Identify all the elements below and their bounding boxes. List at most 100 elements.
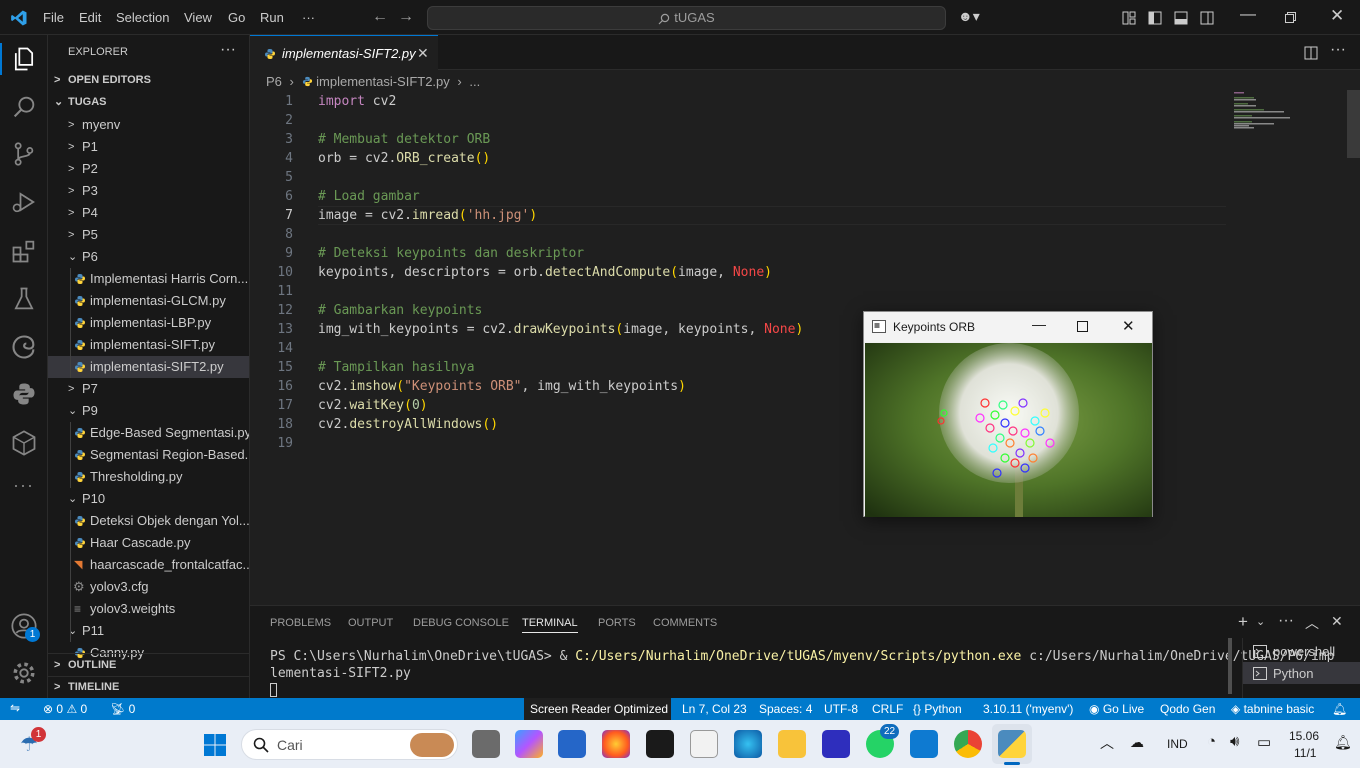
- tree-file[interactable]: ◥ haarcascade_frontalcatfac...: [48, 554, 249, 576]
- tree-file[interactable]: implementasi-SIFT.py: [48, 334, 249, 356]
- tree-folder[interactable]: > P3: [48, 180, 249, 202]
- menu-view[interactable]: View: [184, 10, 212, 25]
- volume-icon[interactable]: 🔊︎: [1230, 733, 1239, 750]
- open-editors-section[interactable]: > OPEN EDITORS: [48, 69, 249, 91]
- minimap[interactable]: [1232, 92, 1302, 132]
- breadcrumb-folder[interactable]: P6: [266, 74, 282, 89]
- extensions-icon[interactable]: [10, 237, 38, 265]
- tree-file[interactable]: implementasi-SIFT2.py: [48, 356, 249, 378]
- run-debug-icon[interactable]: [10, 188, 38, 216]
- tab-comments[interactable]: COMMENTS: [653, 617, 717, 629]
- network-tray-icon[interactable]: ☁: [1130, 734, 1144, 751]
- tree-folder[interactable]: > P4: [48, 202, 249, 224]
- explorer-icon[interactable]: [10, 45, 38, 73]
- tree-file[interactable]: Implementasi Harris Corn...: [48, 268, 249, 290]
- minimize-icon[interactable]: —: [1032, 316, 1046, 332]
- editor-more-icon[interactable]: ···: [1330, 41, 1346, 59]
- menu-run[interactable]: Run: [260, 10, 284, 25]
- tree-folder[interactable]: > P7: [48, 378, 249, 400]
- more-views-icon[interactable]: ···: [13, 475, 34, 496]
- tree-file[interactable]: Segmentasi Region-Based...: [48, 444, 249, 466]
- file-explorer-icon[interactable]: [778, 730, 806, 758]
- toggle-secondary-sidebar-icon[interactable]: [1200, 11, 1214, 25]
- close-window-icon[interactable]: ✕: [1330, 6, 1344, 26]
- notification-bell-icon[interactable]: 🔔︎: [1334, 734, 1352, 751]
- edge-devtools-icon[interactable]: [10, 333, 38, 361]
- tree-file[interactable]: ≡ yolov3.weights: [48, 598, 249, 620]
- tab-terminal[interactable]: TERMINAL: [522, 617, 578, 633]
- terminal-item-powershell[interactable]: powershell: [1243, 640, 1360, 662]
- go-live[interactable]: ◉ Go Live: [1089, 702, 1144, 716]
- battery-icon[interactable]: ▭: [1257, 733, 1271, 751]
- tab-debug-console[interactable]: DEBUG CONSOLE: [413, 617, 509, 629]
- terminal-item-python[interactable]: Python: [1243, 662, 1360, 684]
- close-tab-icon[interactable]: ✕: [417, 45, 429, 62]
- show-hidden-icons-icon[interactable]: ︿: [1100, 733, 1114, 753]
- source-control-icon[interactable]: [10, 140, 38, 168]
- ports-status[interactable]: 📡︎ 0: [110, 702, 135, 716]
- menu-edit[interactable]: Edit: [79, 10, 101, 25]
- tree-file[interactable]: Deteksi Objek dengan Yol...: [48, 510, 249, 532]
- python-interpreter[interactable]: 3.10.11 ('myenv'): [983, 702, 1073, 716]
- copilot-icon[interactable]: ☻▾: [958, 8, 980, 25]
- tab-implementasi-sift2[interactable]: implementasi-SIFT2.py ✕: [250, 35, 438, 70]
- minimize-icon[interactable]: —: [1240, 6, 1256, 24]
- python-taskbar-active[interactable]: [992, 724, 1032, 765]
- forward-arrow-icon[interactable]: →: [398, 8, 414, 26]
- testing-icon[interactable]: [10, 285, 38, 313]
- edge-icon[interactable]: [734, 730, 762, 758]
- new-terminal-icon[interactable]: +: [1238, 612, 1248, 632]
- menu-more[interactable]: ···: [302, 10, 315, 25]
- menu-go[interactable]: Go: [228, 10, 245, 25]
- app-icon[interactable]: [822, 730, 850, 758]
- chrome-icon[interactable]: [954, 730, 982, 758]
- terminal-scrollbar[interactable]: [1228, 638, 1232, 694]
- line-ending[interactable]: CRLF: [872, 702, 903, 716]
- tab-problems[interactable]: PROBLEMS: [270, 617, 331, 629]
- breadcrumb-file[interactable]: implementasi-SIFT2.py: [316, 74, 450, 89]
- toggle-panel-icon[interactable]: [1174, 11, 1188, 25]
- close-icon[interactable]: ✕: [1122, 317, 1135, 335]
- encoding[interactable]: UTF-8: [824, 702, 858, 716]
- tree-file[interactable]: Edge-Based Segmentasi.py: [48, 422, 249, 444]
- remote-indicator[interactable]: ⇋: [0, 698, 34, 720]
- whatsapp-icon[interactable]: 22: [866, 724, 899, 758]
- tab-output[interactable]: OUTPUT: [348, 617, 393, 629]
- code-editor[interactable]: P6 › implementasi-SIFT2.py › ... 1 2 3 4…: [250, 70, 1360, 605]
- copilot-app-icon[interactable]: [515, 730, 543, 758]
- search-view-icon[interactable]: [10, 93, 38, 121]
- tree-folder[interactable]: ⌄ P6: [48, 246, 249, 268]
- language-mode[interactable]: {} Python: [913, 702, 962, 716]
- customize-layout-icon[interactable]: [1122, 11, 1136, 25]
- tree-folder[interactable]: ⌄ P9: [48, 400, 249, 422]
- weather-widget[interactable]: ☂ 1: [18, 727, 46, 758]
- tree-folder[interactable]: ⌄ P10: [48, 488, 249, 510]
- back-arrow-icon[interactable]: ←: [372, 8, 388, 26]
- tree-folder[interactable]: > myenv: [48, 114, 249, 136]
- outline-section[interactable]: > OUTLINE: [48, 654, 249, 676]
- timeline-section[interactable]: > TIMELINE: [48, 676, 249, 698]
- tree-folder[interactable]: > P1: [48, 136, 249, 158]
- tree-folder[interactable]: > P5: [48, 224, 249, 246]
- tree-folder[interactable]: > P2: [48, 158, 249, 180]
- windows-start-icon[interactable]: [203, 733, 227, 757]
- split-editor-icon[interactable]: [1304, 46, 1318, 60]
- clock-date[interactable]: 11/1: [1294, 746, 1316, 760]
- clock-time[interactable]: 15.06: [1289, 729, 1319, 743]
- tree-file[interactable]: ⚙ yolov3.cfg: [48, 576, 249, 598]
- orb-titlebar[interactable]: Keypoints ORB — ✕: [864, 312, 1152, 342]
- indentation[interactable]: Spaces: 4: [759, 702, 812, 716]
- remote-explorer-icon[interactable]: [10, 429, 38, 457]
- menu-file[interactable]: File: [43, 10, 64, 25]
- keypoints-orb-window[interactable]: Keypoints ORB — ✕: [863, 311, 1153, 517]
- settings-gear-icon[interactable]: [10, 659, 38, 687]
- tab-ports[interactable]: PORTS: [598, 617, 636, 629]
- task-view-icon[interactable]: [472, 730, 500, 758]
- qodo-gen[interactable]: Qodo Gen: [1160, 702, 1215, 716]
- toggle-sidebar-icon[interactable]: [1148, 11, 1162, 25]
- vscode-taskbar-icon[interactable]: [910, 730, 938, 758]
- dropbox-icon[interactable]: [646, 730, 674, 758]
- menu-selection[interactable]: Selection: [116, 10, 169, 25]
- tree-file[interactable]: implementasi-GLCM.py: [48, 290, 249, 312]
- chevron-down-icon[interactable]: ⌄: [1256, 615, 1265, 628]
